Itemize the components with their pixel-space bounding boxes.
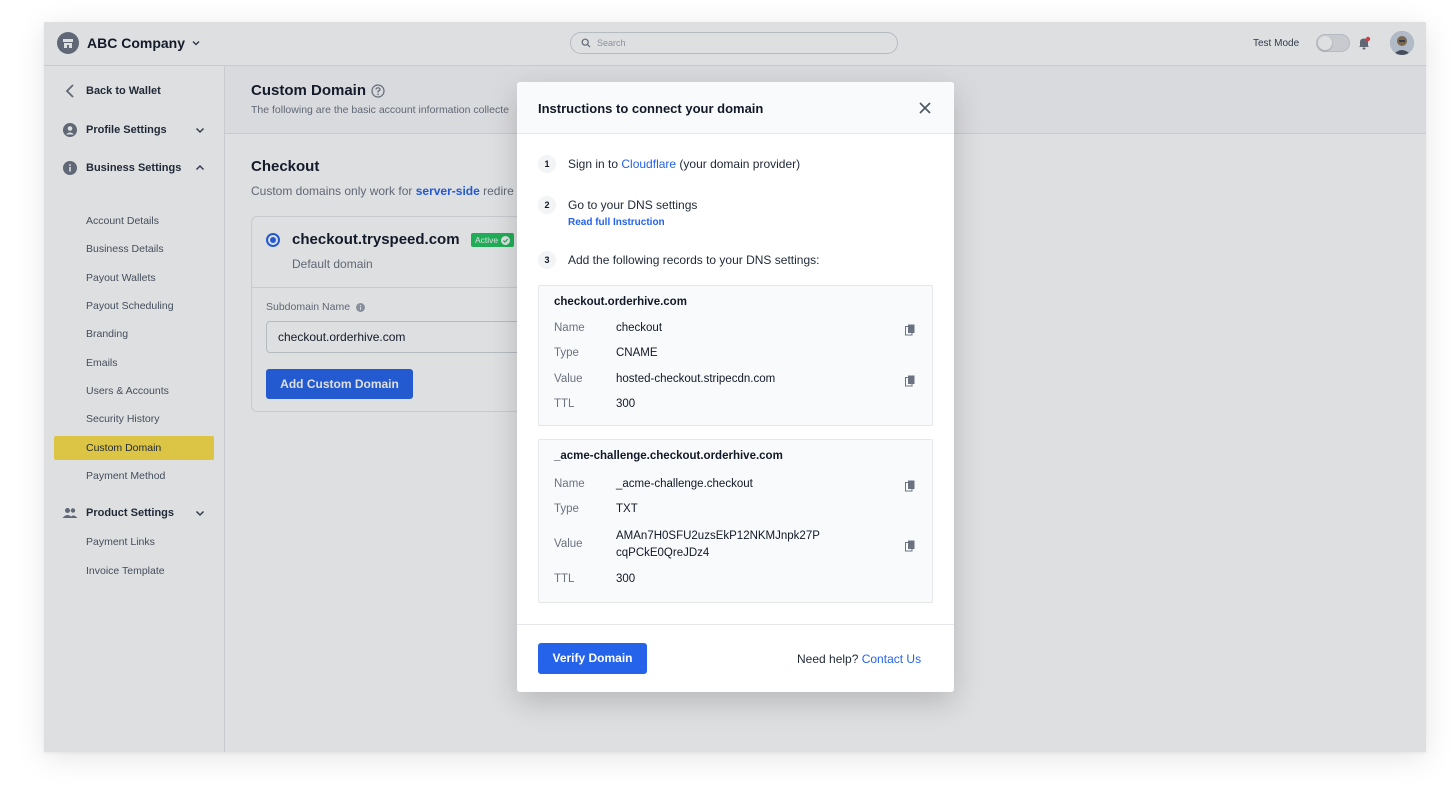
record-title: _acme-challenge.checkout.orderhive.com bbox=[554, 450, 783, 462]
verify-domain-button[interactable]: Verify Domain bbox=[538, 643, 647, 674]
close-icon[interactable] bbox=[917, 100, 933, 116]
record-ttl-value: 300 bbox=[616, 398, 636, 410]
modal-footer-divider bbox=[517, 624, 954, 625]
cloudflare-link[interactable]: Cloudflare bbox=[621, 157, 676, 171]
record-value-label: Value bbox=[554, 538, 583, 550]
record-type-value: CNAME bbox=[616, 347, 658, 359]
dns-record-card: checkout.orderhive.com Name checkout Typ… bbox=[538, 285, 933, 426]
help-text: Need help? Contact Us bbox=[797, 652, 922, 666]
record-value-line-1: AMAn7H0SFU2uzsEkP12NKMJnpk27P bbox=[616, 530, 820, 542]
record-name-label: Name bbox=[554, 322, 585, 334]
copy-icon[interactable] bbox=[905, 323, 915, 336]
record-value-line-2: cqPCkE0QreJDz4 bbox=[616, 547, 710, 559]
record-ttl-value: 300 bbox=[616, 573, 636, 585]
copy-icon[interactable] bbox=[905, 374, 915, 387]
record-title: checkout.orderhive.com bbox=[554, 296, 687, 308]
dns-record-card: _acme-challenge.checkout.orderhive.com N… bbox=[538, 439, 933, 603]
step-1-text: Sign in to Cloudflare (your domain provi… bbox=[568, 157, 801, 171]
contact-us-link[interactable]: Contact Us bbox=[862, 652, 921, 666]
connect-domain-modal: Instructions to connect your domain 1 Si… bbox=[517, 82, 954, 692]
record-type-label: Type bbox=[554, 347, 579, 359]
record-name-value: checkout bbox=[616, 322, 663, 334]
modal-header: Instructions to connect your domain bbox=[517, 82, 954, 134]
step-2-text: Go to your DNS settings bbox=[568, 198, 698, 212]
step-number: 1 bbox=[538, 155, 556, 173]
read-instruction-link[interactable]: Read full Instruction bbox=[568, 217, 665, 228]
record-ttl-label: TTL bbox=[554, 398, 575, 410]
app-window: ABC Company Search Test Mode Back to Wal… bbox=[44, 22, 1426, 752]
record-value-value: hosted-checkout.stripecdn.com bbox=[616, 373, 776, 385]
record-type-value: TXT bbox=[616, 503, 638, 515]
step-3-text: Add the following records to your DNS se… bbox=[568, 253, 820, 267]
copy-icon[interactable] bbox=[905, 539, 915, 552]
record-value-label: Value bbox=[554, 373, 583, 385]
record-name-value: _acme-challenge.checkout bbox=[616, 478, 753, 490]
modal-title: Instructions to connect your domain bbox=[538, 101, 764, 116]
copy-icon[interactable] bbox=[905, 479, 915, 492]
record-type-label: Type bbox=[554, 503, 579, 515]
record-name-label: Name bbox=[554, 478, 585, 490]
record-ttl-label: TTL bbox=[554, 573, 575, 585]
step-number: 2 bbox=[538, 196, 556, 214]
step-number: 3 bbox=[538, 251, 556, 269]
